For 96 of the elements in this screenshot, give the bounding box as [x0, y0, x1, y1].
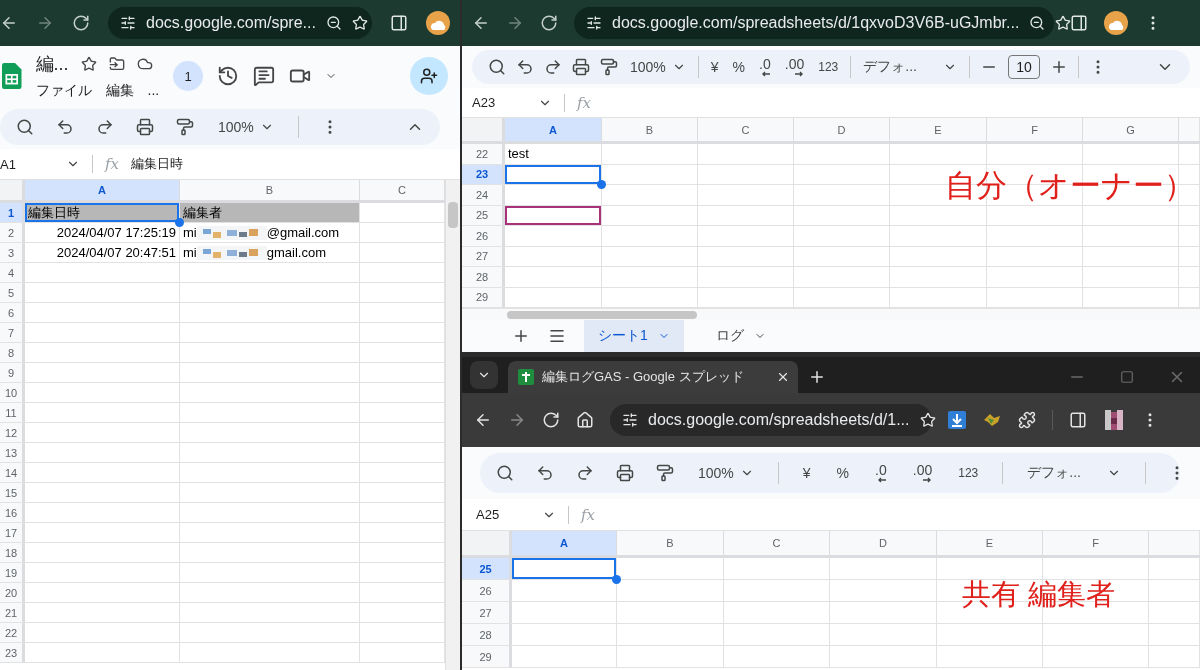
- sheet-tab[interactable]: ログ: [701, 320, 780, 352]
- column-header[interactable]: A: [512, 531, 617, 555]
- row-header[interactable]: 8: [0, 343, 25, 362]
- row-header[interactable]: 27: [462, 602, 512, 623]
- currency-button[interactable]: ¥: [708, 60, 721, 74]
- font-size-field[interactable]: 10: [1007, 55, 1040, 79]
- row-header[interactable]: 23: [0, 643, 25, 662]
- table-cell[interactable]: 編集者: [180, 203, 359, 222]
- row-header[interactable]: 9: [0, 363, 25, 382]
- row-header[interactable]: 6: [0, 303, 25, 322]
- increase-decimal-button[interactable]: .00: [782, 57, 807, 77]
- column-header[interactable]: F: [987, 118, 1083, 141]
- zoom-dropdown[interactable]: 100%: [696, 465, 756, 481]
- column-header[interactable]: F: [1043, 531, 1149, 555]
- row-header[interactable]: 20: [0, 583, 25, 602]
- percent-button[interactable]: %: [834, 466, 852, 480]
- column-header[interactable]: B: [602, 118, 698, 141]
- cell-text: gmail.com: [266, 245, 326, 260]
- row-header[interactable]: 22: [462, 144, 505, 164]
- row-header[interactable]: 11: [0, 403, 25, 422]
- number-format-button[interactable]: 123: [816, 61, 841, 73]
- column-header[interactable]: A: [25, 180, 180, 200]
- column-header[interactable]: C: [698, 118, 794, 141]
- viewer-count[interactable]: 1: [173, 61, 204, 91]
- annotation-text: 共有 編集者: [962, 577, 1116, 612]
- row-header[interactable]: 27: [462, 246, 505, 266]
- url-text: docs.google.com/spre...: [146, 14, 316, 32]
- column-header[interactable]: B: [180, 180, 360, 200]
- row-header[interactable]: 21: [0, 603, 25, 622]
- row-header[interactable]: 18: [0, 543, 25, 562]
- formula-value[interactable]: 編集日時: [131, 155, 183, 173]
- menu-item[interactable]: ファイル: [35, 82, 92, 100]
- row-header[interactable]: 24: [462, 185, 505, 205]
- cell-text: mi: [183, 225, 197, 240]
- url-text: docs.google.com/spreadsheets/d/1qxvoD3V6B-uGJmbr...: [612, 14, 1020, 32]
- function-label: fx: [581, 505, 595, 524]
- row-header[interactable]: 3: [0, 243, 25, 262]
- sheet-tab[interactable]: シート1: [584, 320, 684, 352]
- row-header[interactable]: 12: [0, 423, 25, 442]
- browser-tab[interactable]: 編集ログGAS - Google スプレッド: [508, 361, 798, 393]
- font-dropdown[interactable]: デフォ...: [1025, 464, 1123, 482]
- row-header[interactable]: 5: [0, 283, 25, 302]
- menu-item[interactable]: 編集: [105, 82, 134, 100]
- row-header[interactable]: 28: [462, 624, 512, 645]
- url-text: docs.google.com/spreadsheets/d/1...: [648, 411, 910, 429]
- column-header[interactable]: C: [724, 531, 830, 555]
- name-box[interactable]: A23: [472, 95, 552, 110]
- column-header[interactable]: D: [794, 118, 890, 141]
- column-header[interactable]: D: [830, 531, 937, 555]
- row-header[interactable]: 15: [0, 483, 25, 502]
- row-header[interactable]: 1: [0, 203, 25, 222]
- table-cell[interactable]: 編集日時: [25, 203, 179, 222]
- column-header[interactable]: E: [890, 118, 987, 141]
- decrease-decimal-button[interactable]: .0: [873, 463, 889, 483]
- font-dropdown[interactable]: デフォ...: [861, 58, 959, 76]
- cell-text: @gmail.com: [266, 225, 340, 240]
- row-header[interactable]: 29: [462, 646, 512, 667]
- row-header[interactable]: 10: [0, 383, 25, 402]
- column-header[interactable]: A: [505, 118, 602, 141]
- currency-button[interactable]: ¥: [800, 466, 813, 480]
- row-header[interactable]: 23: [462, 164, 505, 184]
- row-header[interactable]: 22: [0, 623, 25, 642]
- row-header[interactable]: 26: [462, 226, 505, 246]
- column-header[interactable]: C: [360, 180, 445, 200]
- percent-button[interactable]: %: [730, 60, 748, 74]
- name-box[interactable]: A25: [476, 507, 556, 522]
- decrease-decimal-button[interactable]: .0: [757, 57, 773, 77]
- increase-decimal-button[interactable]: .00: [910, 463, 935, 483]
- row-header[interactable]: 16: [0, 503, 25, 522]
- row-header[interactable]: 25: [462, 558, 512, 579]
- menu-item[interactable]: ...: [147, 82, 160, 100]
- row-header[interactable]: 2: [0, 223, 25, 242]
- function-label: fx: [577, 93, 591, 112]
- column-header[interactable]: B: [617, 531, 724, 555]
- column-header[interactable]: G: [1083, 118, 1179, 141]
- row-header[interactable]: 19: [0, 563, 25, 582]
- name-box[interactable]: A1: [0, 156, 80, 172]
- row-header[interactable]: 7: [0, 323, 25, 342]
- zoom-dropdown[interactable]: 100%: [628, 59, 688, 75]
- function-label: fx: [105, 155, 119, 173]
- tab-title: 編集ログGAS - Google スプレッド: [542, 368, 745, 386]
- zoom-dropdown[interactable]: 100%: [216, 119, 276, 135]
- column-header[interactable]: E: [937, 531, 1043, 555]
- row-header[interactable]: 4: [0, 263, 25, 282]
- number-format-button[interactable]: 123: [956, 467, 981, 479]
- address-bar[interactable]: docs.google.com/spre...: [108, 7, 372, 39]
- annotation-text: 自分（オーナー）: [945, 167, 1195, 205]
- document-title[interactable]: 編...: [35, 52, 69, 76]
- cell-text: mi: [183, 245, 197, 260]
- row-header[interactable]: 26: [462, 580, 512, 601]
- row-header[interactable]: 17: [0, 523, 25, 542]
- row-header[interactable]: 25: [462, 205, 505, 225]
- row-header[interactable]: 13: [0, 443, 25, 462]
- row-header[interactable]: 14: [0, 463, 25, 482]
- row-header[interactable]: 28: [462, 267, 505, 287]
- row-header[interactable]: 29: [462, 287, 505, 307]
